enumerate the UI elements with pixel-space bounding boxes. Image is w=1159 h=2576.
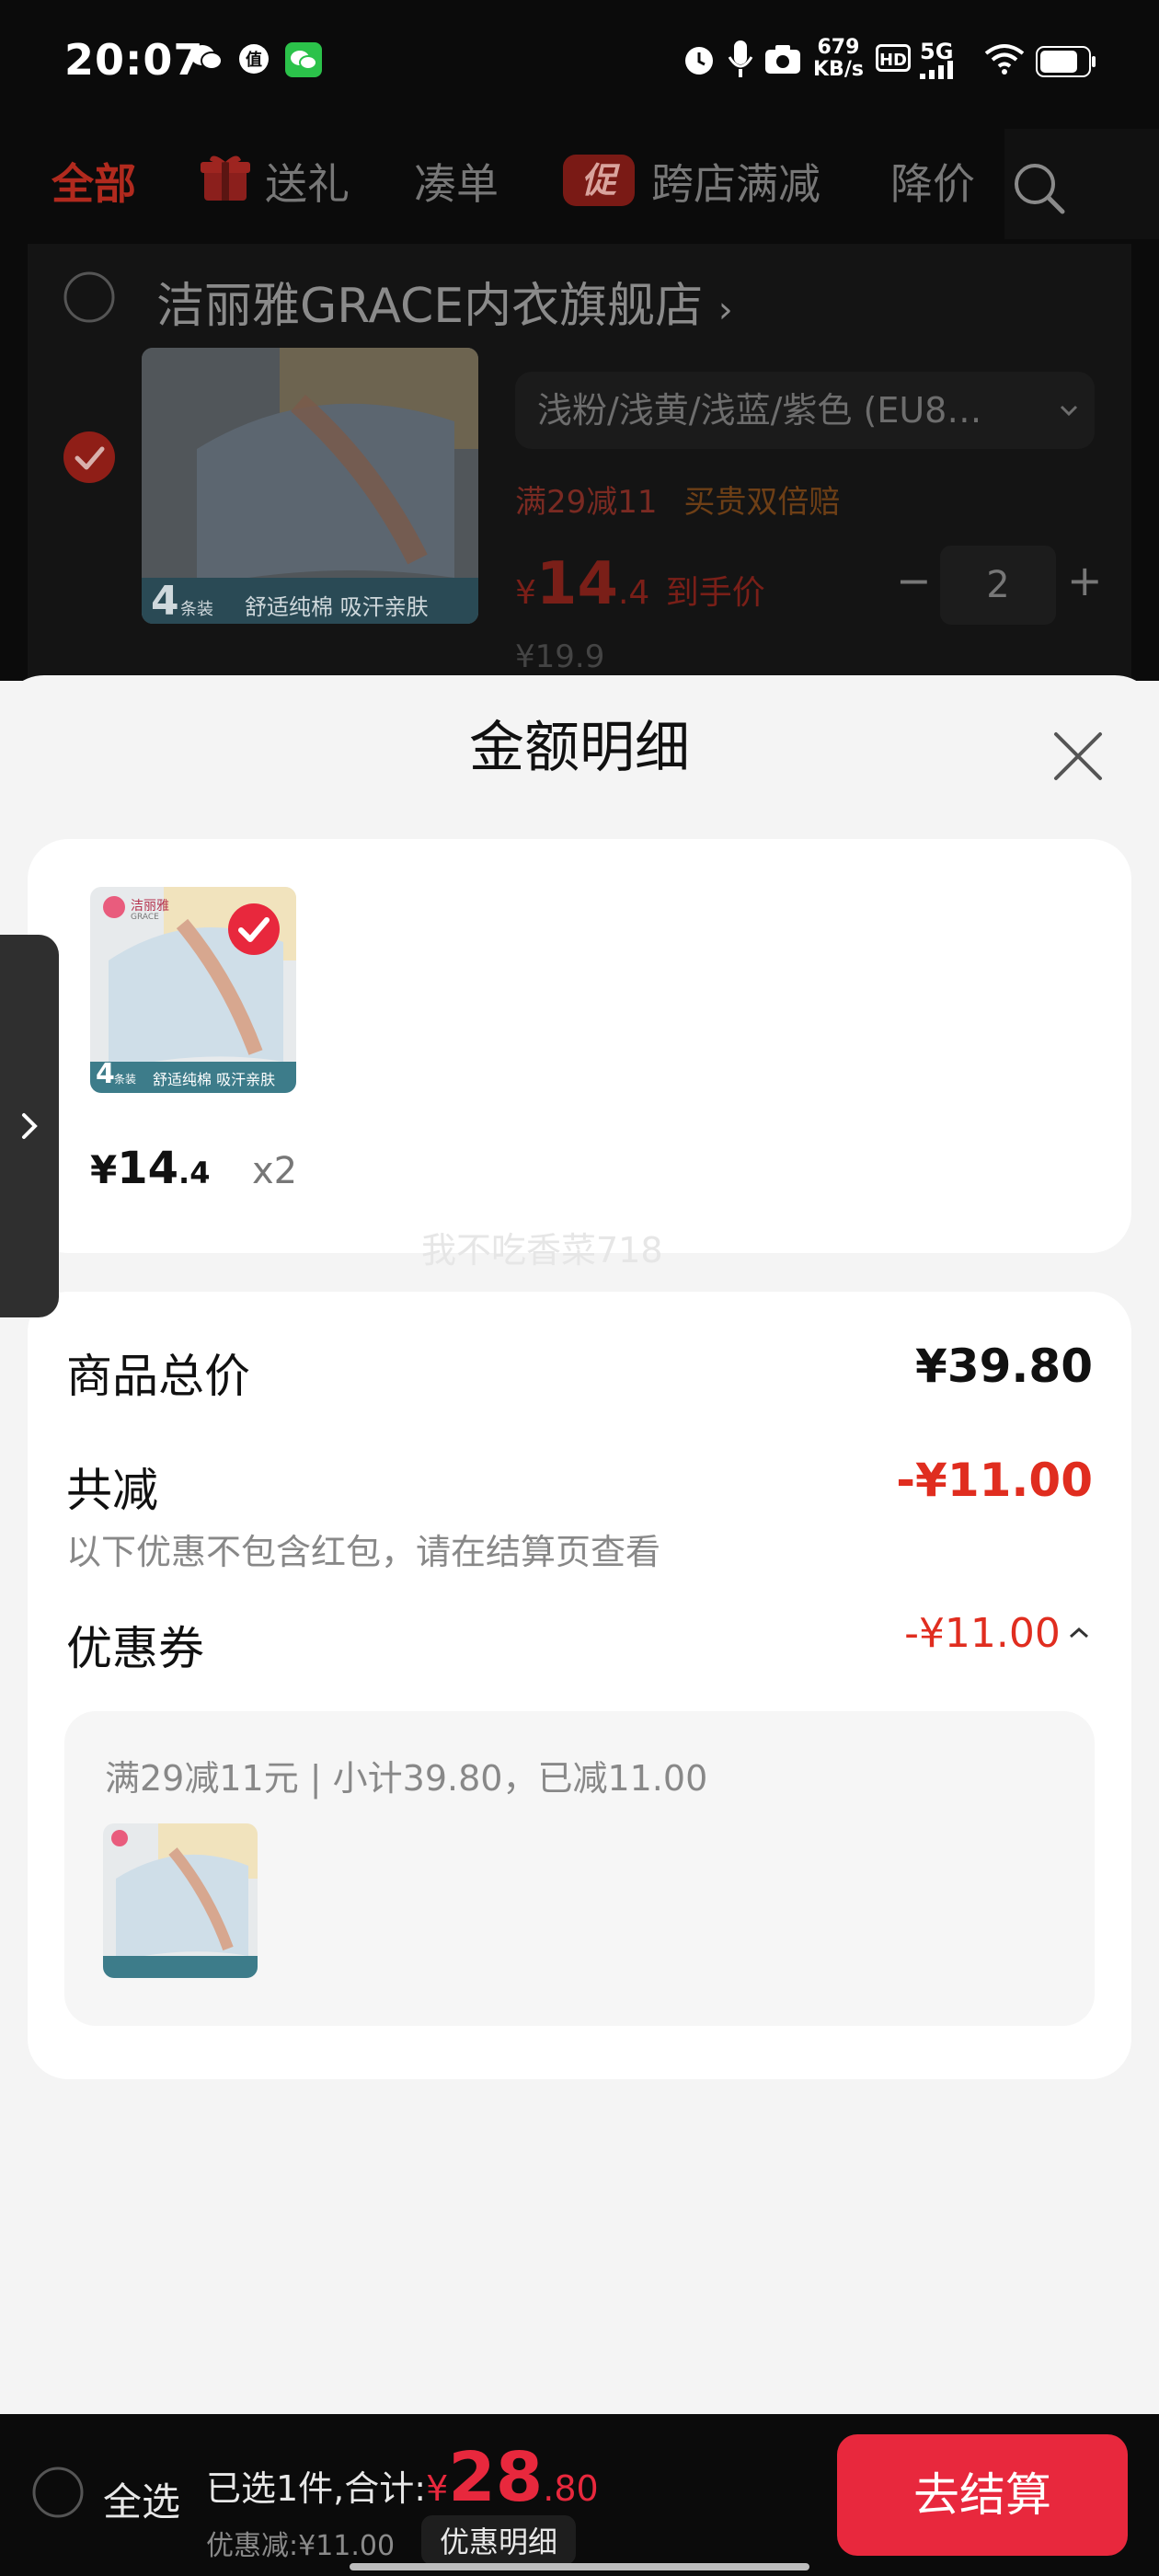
hd-badge: HD	[876, 44, 911, 72]
price-int: 14	[117, 1143, 179, 1194]
net-speed-value: 679	[817, 36, 860, 59]
status-time: 20:07	[64, 35, 204, 85]
shop-name-text: 洁丽雅GRACE内衣旗舰店	[156, 279, 704, 334]
side-expand-tab[interactable]	[0, 935, 59, 1317]
coupon-product-thumbnail	[103, 1823, 258, 1978]
coupon-value: -¥11.00	[904, 1610, 1061, 1657]
signal-bars-icon	[920, 61, 957, 83]
status-bar: 20:07 值 679 KB/s HD 5G	[0, 0, 1159, 120]
currency-symbol: ¥	[426, 2468, 449, 2509]
product-caption: 舒适纯棉 吸汗亲肤	[245, 594, 429, 620]
wifi-icon	[982, 42, 1027, 79]
price-dec: .4	[617, 574, 650, 612]
tab-price-drop[interactable]: 降价	[890, 151, 975, 212]
currency-symbol: ¥	[90, 1147, 118, 1192]
coupon-detail-text: 满29减11元 | 小计39.80，已减11.00	[105, 1758, 708, 1799]
svg-text:值: 值	[246, 50, 262, 70]
total-int: 28	[448, 2438, 544, 2517]
chevron-up-icon	[1065, 1627, 1093, 1650]
total-dec: .80	[543, 2468, 599, 2509]
network-speed: 679 KB/s	[813, 37, 864, 81]
discount-summary: 优惠减:¥11.00	[206, 2530, 396, 2562]
qty-minus-button[interactable]: −	[896, 556, 932, 605]
pack-count: 4	[151, 578, 179, 624]
select-all-label[interactable]: 全选	[103, 2471, 180, 2527]
item-price: ¥14.4	[90, 1143, 210, 1194]
brand-sub: GRACE	[131, 913, 159, 922]
sheet-title: 金额明细	[469, 716, 690, 780]
price-suffix: 到手价	[665, 574, 765, 612]
product-caption: 舒适纯棉 吸汗亲肤	[153, 1071, 276, 1088]
checkout-button[interactable]: 去结算	[837, 2434, 1128, 2556]
watermark: 我不吃香菜718	[421, 1230, 663, 1271]
item-card: 洁丽雅 GRACE 4 条装 舒适纯棉 吸汗亲肤 ¥14.4 x2 我不吃香菜7…	[28, 839, 1131, 1271]
promo-badge: 促	[563, 155, 635, 206]
pack-count: 4	[96, 1058, 115, 1090]
chat-bubble-icon	[189, 42, 223, 77]
microphone-icon	[727, 39, 754, 83]
shop-name[interactable]: 洁丽雅GRACE内衣旗舰店 ›	[156, 267, 733, 336]
cart-tab-bar: 全部 送礼 凑单 促 跨店满减 降价	[0, 129, 1159, 239]
net-speed-unit: KB/s	[813, 58, 864, 81]
chevron-right-icon: ›	[717, 289, 733, 331]
final-price: ¥14.4 到手价	[515, 550, 765, 618]
product-thumbnail[interactable]: 洁丽雅 GRACE 4 条装 舒适纯棉 吸汗亲肤	[90, 887, 296, 1093]
tab-bundle[interactable]: 凑单	[414, 151, 499, 212]
price-int: 14	[535, 550, 618, 618]
total-summary: 已选1件,合计:¥28.80	[206, 2438, 599, 2517]
pack-unit: 条装	[114, 1073, 137, 1086]
tab-cross-store-discount[interactable]: 跨店满减	[651, 151, 820, 212]
coupon-detail-box: 满29减11元 | 小计39.80，已减11.00	[64, 1711, 1095, 2026]
qty-value[interactable]: 2	[940, 546, 1056, 625]
currency-symbol: ¥	[515, 574, 536, 612]
discount-value: -¥11.00	[896, 1454, 1093, 1507]
price-guarantee-text: 买贵双倍赔	[683, 484, 841, 521]
alarm-icon	[681, 40, 717, 81]
brand-mark: 洁丽雅	[131, 899, 169, 914]
amount-detail-sheet: 金额明细 洁丽雅 GRACE 4 条装 舒适纯棉 吸汗亲肤 ¥14.4 x2 我…	[0, 675, 1159, 2576]
wechat-icon	[285, 42, 322, 81]
pack-unit: 条装	[180, 600, 213, 619]
item-quantity: x2	[252, 1150, 298, 1192]
app-badge-icon: 值	[237, 42, 270, 79]
total-label: 商品总价	[66, 1350, 250, 1403]
select-all-radio[interactable]	[31, 2466, 85, 2523]
coupon-label: 优惠券	[66, 1622, 204, 1675]
price-dec: .4	[178, 1156, 211, 1190]
chevron-down-icon	[1058, 372, 1080, 449]
chevron-right-icon	[17, 1110, 42, 1146]
promo-row: 满29减11 买贵双倍赔	[515, 477, 840, 522]
battery-icon	[1036, 46, 1096, 81]
tab-gift[interactable]: 送礼	[265, 151, 350, 212]
tab-all[interactable]: 全部	[52, 151, 136, 212]
selected-check-icon	[226, 902, 281, 960]
product-thumbnail-dim[interactable]: 4 条装 舒适纯棉 吸汗亲肤	[142, 348, 478, 624]
variant-text: 浅粉/浅黄/浅蓝/紫色 (EU8…	[537, 390, 982, 431]
gift-icon	[199, 151, 252, 208]
qty-plus-button[interactable]: +	[1067, 556, 1103, 605]
total-value: ¥39.80	[915, 1340, 1093, 1393]
variant-selector[interactable]: 浅粉/浅黄/浅蓝/紫色 (EU8…	[515, 372, 1095, 449]
shop-select-radio[interactable]	[63, 270, 116, 328]
original-price: ¥19.9	[515, 638, 605, 675]
close-icon[interactable]	[1050, 729, 1106, 788]
item-checked-icon[interactable]	[63, 431, 116, 488]
promo-text: 满29减11	[515, 484, 658, 521]
discount-note: 以下优惠不包含红包，请在结算页查看	[66, 1532, 661, 1572]
home-indicator	[350, 2563, 809, 2570]
discount-label: 共减	[66, 1464, 158, 1517]
camera-icon	[763, 42, 802, 79]
search-icon[interactable]	[1007, 156, 1072, 221]
coupon-toggle[interactable]: -¥11.00	[904, 1610, 1093, 1657]
discount-detail-button[interactable]: 优惠明细	[421, 2515, 577, 2565]
selected-count-text: 已选1件,合计:	[206, 2468, 427, 2509]
